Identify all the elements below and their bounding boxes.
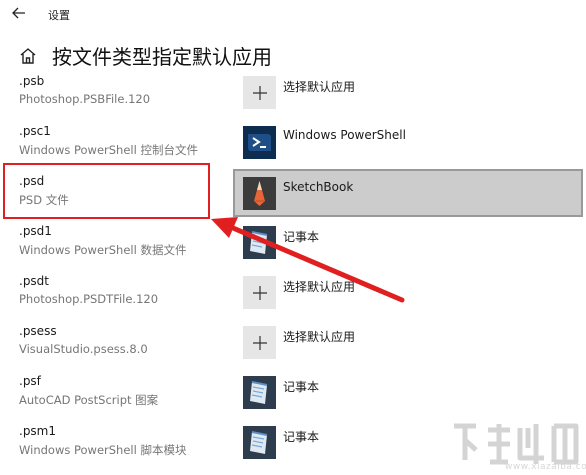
file-extension: .psess xyxy=(19,324,57,338)
window-title: 设置 xyxy=(48,9,70,22)
file-extension: .psd1 xyxy=(19,224,52,238)
notepad-icon xyxy=(243,226,276,259)
file-type-row: .psc1 Windows PowerShell 控制台文件 Windows P… xyxy=(0,118,586,168)
default-app-button[interactable]: 记事本 xyxy=(243,376,583,410)
file-extension: .psd xyxy=(19,174,45,188)
default-app-name: 选择默认应用 xyxy=(283,330,356,344)
plus-icon xyxy=(243,326,276,359)
default-app-button[interactable]: 记事本 xyxy=(243,226,583,260)
file-extension: .psdt xyxy=(19,274,50,288)
default-app-name: 记事本 xyxy=(283,380,320,394)
powershell-icon xyxy=(243,126,276,159)
file-type-row: .psf AutoCAD PostScript 图案 记事本 xyxy=(0,368,586,418)
sketchbook-icon xyxy=(243,177,276,210)
file-type-description: Windows PowerShell 控制台文件 xyxy=(19,143,198,157)
default-app-button[interactable]: Windows PowerShell xyxy=(243,126,583,160)
back-button[interactable] xyxy=(8,3,30,23)
file-type-row-selected: .psd PSD 文件 SketchBook xyxy=(0,168,586,218)
plus-icon xyxy=(243,76,276,109)
file-extension: .psm1 xyxy=(19,424,57,438)
file-type-row: .psd1 Windows PowerShell 数据文件 记事本 xyxy=(0,218,586,268)
file-type-row: .psm1 Windows PowerShell 脚本模块 记事本 xyxy=(0,418,586,468)
file-type-description: AutoCAD PostScript 图案 xyxy=(19,393,159,407)
notepad-icon xyxy=(243,376,276,409)
file-type-description: PSD 文件 xyxy=(19,193,69,207)
default-app-button[interactable]: 记事本 xyxy=(243,426,583,460)
notepad-icon xyxy=(243,426,276,459)
file-extension: .psb xyxy=(19,74,45,88)
plus-icon xyxy=(243,276,276,309)
file-type-row: .psdt Photoshop.PSDTFile.120 选择默认应用 xyxy=(0,268,586,318)
default-app-name: 记事本 xyxy=(283,430,320,444)
file-type-description: Windows PowerShell 脚本模块 xyxy=(19,443,187,457)
file-type-description: Photoshop.PSDTFile.120 xyxy=(19,292,159,306)
default-app-button[interactable]: SketchBook xyxy=(233,169,583,217)
default-app-name: 选择默认应用 xyxy=(283,280,356,294)
page-title: 按文件类型指定默认应用 xyxy=(52,45,272,69)
default-app-name: SketchBook xyxy=(283,180,354,194)
default-app-button[interactable]: 选择默认应用 xyxy=(243,276,583,310)
file-type-description: Windows PowerShell 数据文件 xyxy=(19,243,187,257)
default-app-name: 记事本 xyxy=(283,230,320,244)
back-arrow-icon xyxy=(12,7,25,19)
file-type-description: VisualStudio.psess.8.0 xyxy=(19,342,148,356)
default-app-name: Windows PowerShell xyxy=(283,128,406,142)
file-type-description: Photoshop.PSBFile.120 xyxy=(19,92,151,106)
file-type-row: .psess VisualStudio.psess.8.0 选择默认应用 xyxy=(0,318,586,368)
default-app-button[interactable]: 选择默认应用 xyxy=(243,326,583,360)
title-bar: 设置 xyxy=(0,0,586,28)
home-icon xyxy=(20,48,36,64)
default-app-button[interactable]: 选择默认应用 xyxy=(243,76,583,110)
file-extension: .psc1 xyxy=(19,124,51,138)
default-app-name: 选择默认应用 xyxy=(283,80,356,94)
watermark-site-text: www.xiazaiba.com xyxy=(505,462,586,472)
home-button[interactable] xyxy=(18,46,38,66)
file-extension: .psf xyxy=(19,374,41,388)
file-type-row: .psb Photoshop.PSBFile.120 选择默认应用 xyxy=(0,68,586,118)
